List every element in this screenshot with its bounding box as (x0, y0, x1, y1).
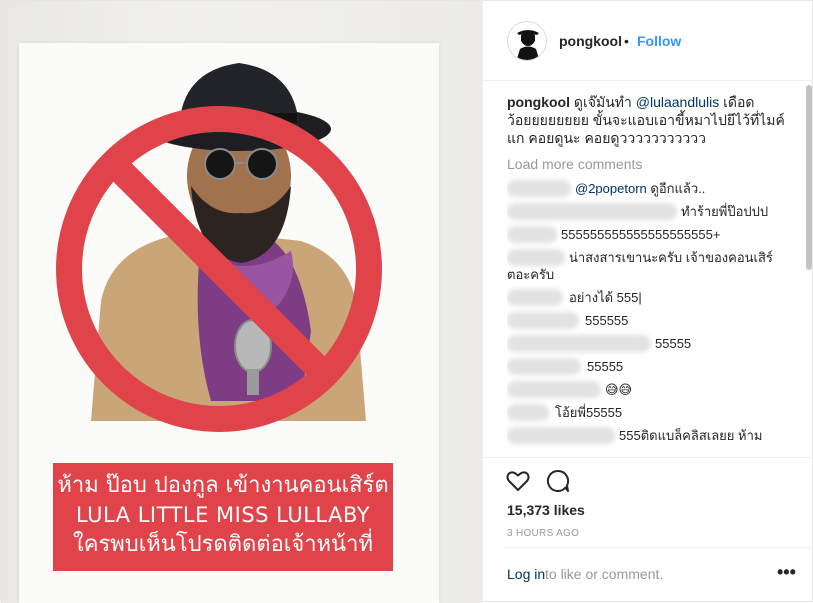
comment-item: 😅😅 (507, 378, 795, 401)
comment-body: 555555 (585, 313, 629, 328)
avatar-silhouette-icon (508, 22, 546, 60)
comment-body: โอ้ยพี่55555 (555, 405, 623, 420)
comment-item: โอ้ยพี่55555 (507, 401, 795, 424)
microphone-stand (247, 369, 259, 395)
post-caption: pongkool ดูเจ๊มันทำ @lulaandlulis เดือดว… (507, 93, 795, 147)
blurred-username (507, 289, 563, 306)
comments-scrollbar[interactable] (805, 83, 813, 458)
blurred-username (507, 312, 579, 329)
poster-banner: ห้าม ป๊อบ ปองกูล เข้างานคอนเสิร์ต LULA L… (53, 463, 393, 571)
comment-item: 555ติดแบล็คลิสเลยย ห้าม (507, 424, 795, 447)
blurred-username (507, 381, 601, 398)
post-timestamp[interactable]: 3 HOURS AGO (507, 528, 579, 539)
comment-body: น่าสงสารเขานะครับ เจ้าของคอนเสิร์ตอะครับ (507, 250, 773, 282)
comment-body: 555ติดแบล็คลิสเลยย ห้าม (619, 428, 763, 443)
post-header: pongkool • Follow (483, 1, 813, 81)
comment-body: 😅😅 (605, 382, 633, 397)
caption-mention[interactable]: @lulaandlulis (636, 94, 719, 110)
comment-item: @2popetorn ดูอีกแล้ว.. (507, 177, 795, 200)
comment-mention[interactable]: @2popetorn (575, 181, 647, 196)
comment-item: น่าสงสารเขานะครับ เจ้าของคอนเสิร์ตอะครับ (507, 246, 795, 286)
post-actions: 15,373 likes 3 HOURS AGO (483, 457, 813, 547)
blurred-username (507, 427, 615, 444)
follow-button[interactable]: Follow (637, 33, 681, 49)
comment-text: @2popetorn ดูอีกแล้ว.. (575, 180, 705, 197)
login-link[interactable]: Log in (507, 566, 545, 582)
blurred-username (507, 358, 581, 375)
banner-line-1: ห้าม ป๊อบ ปองกูล เข้างานคอนเสิร์ต (57, 473, 389, 498)
comment-body: 55555 (655, 336, 692, 351)
more-options-icon[interactable]: ••• (777, 562, 797, 582)
comment-body: อย่างได้ 555| (569, 290, 642, 305)
scrollbar-thumb[interactable] (806, 85, 812, 270)
comment-icon[interactable] (545, 468, 571, 494)
banner-line-2: LULA LITTLE MISS LULLABY (75, 503, 371, 527)
comment-item: 55555 (507, 332, 795, 355)
blurred-username (507, 203, 677, 220)
caption-text-before: ดูเจ๊มันทำ (573, 94, 632, 110)
comment-body: ทำร้ายพี่ป๊อปปป (681, 204, 769, 219)
post-photo[interactable]: ห้าม ป๊อบ ปองกูล เข้างานคอนเสิร์ต LULA L… (1, 1, 482, 603)
add-comment-section: Log in to like or comment. ••• (503, 547, 813, 602)
comment-item: ทำร้ายพี่ป๊อปปป (507, 200, 795, 223)
post-sidebar: pongkool • Follow pongkool ดูเจ๊มันทำ @l… (482, 1, 813, 603)
comment-item: 555555 (507, 309, 795, 332)
comment-body: ดูอีกแล้ว.. (650, 181, 706, 196)
comment-body: 555555555555555555555+ (561, 227, 721, 242)
blurred-username (507, 335, 651, 352)
comment-item: อย่างได้ 555| (507, 286, 795, 309)
load-more-comments-button[interactable]: Load more comments (507, 155, 795, 173)
banner-line-3: ใครพบเห็นโปรดติดต่อเจ้าหน้าที่ (73, 532, 373, 557)
header-username[interactable]: pongkool (559, 33, 622, 49)
comment-body: 55555 (587, 359, 624, 374)
header-separator: • (624, 33, 629, 49)
avatar[interactable] (507, 21, 547, 61)
instagram-post: ห้าม ป๊อบ ปองกูล เข้างานคอนเสิร์ต LULA L… (0, 0, 813, 603)
likes-count[interactable]: 15,373 likes (507, 502, 585, 518)
sunglasses-right (246, 148, 278, 180)
login-prompt-text: to like or comment. (545, 566, 664, 582)
comments-list[interactable]: pongkool ดูเจ๊มันทำ @lulaandlulis เดือดว… (507, 93, 795, 457)
blurred-username (507, 404, 549, 421)
blurred-username (507, 226, 557, 243)
heart-icon[interactable] (505, 468, 531, 494)
caption-username[interactable]: pongkool (507, 94, 570, 110)
comment-item: 55555 (507, 355, 795, 378)
blurred-username (507, 180, 571, 197)
comment-item: 555555555555555555555+ (507, 223, 795, 246)
sunglasses-left (204, 148, 236, 180)
